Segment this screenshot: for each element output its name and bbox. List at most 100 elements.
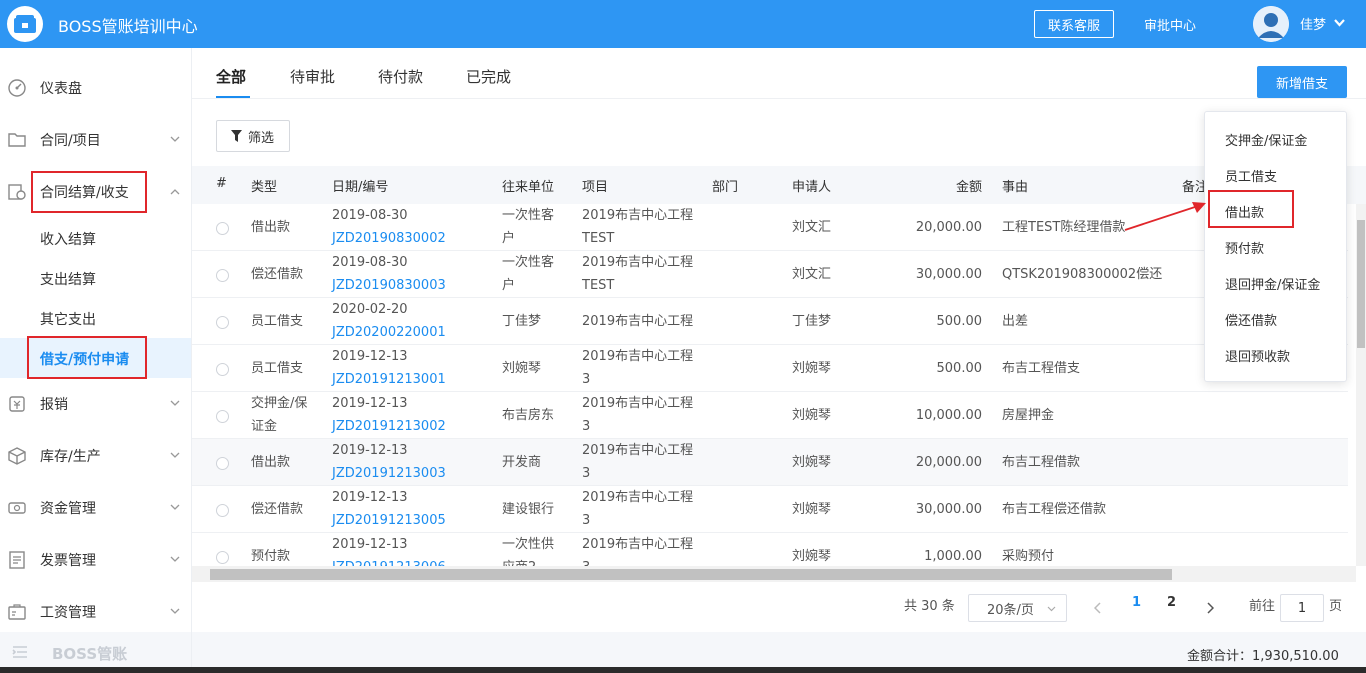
horizontal-scroll-thumb[interactable] bbox=[210, 569, 1172, 580]
row-radio[interactable] bbox=[216, 269, 229, 282]
row-radio[interactable] bbox=[216, 504, 229, 517]
sidebar-sub-expense[interactable]: 支出结算 bbox=[0, 258, 191, 298]
cell-code-link[interactable]: JZD20200220001 bbox=[332, 321, 446, 344]
folder-icon bbox=[8, 133, 26, 147]
sidebar-item-label: 库存/生产 bbox=[40, 449, 101, 465]
vertical-scroll-thumb[interactable] bbox=[1357, 220, 1365, 348]
cell-code-link[interactable]: JZD20191213006 bbox=[332, 556, 446, 566]
sidebar-item-salary[interactable]: 工资管理 bbox=[0, 588, 191, 636]
dropdown-item-repay-loan[interactable]: 偿还借款 bbox=[1225, 310, 1277, 329]
sidebar-item-label: 合同/项目 bbox=[40, 133, 101, 149]
column-header: 往来单位 bbox=[502, 180, 555, 195]
cell-type: 借出款 bbox=[251, 451, 290, 474]
cell-reason: 布吉工程借支 bbox=[1002, 361, 1081, 376]
tab-all[interactable]: 全部 bbox=[216, 66, 246, 87]
row-radio[interactable] bbox=[216, 457, 229, 470]
column-header: 日期/编号 bbox=[332, 180, 389, 195]
cell-code-link[interactable]: JZD20191213005 bbox=[332, 509, 446, 532]
next-page-icon[interactable] bbox=[1206, 602, 1214, 614]
cell-date-code: 2019-12-13 JZD20191213002 bbox=[332, 392, 446, 438]
chevron-down-icon bbox=[170, 452, 180, 458]
sidebar-item-invoices[interactable]: 发票管理 bbox=[0, 536, 191, 584]
sidebar-item-inventory[interactable]: 库存/生产 bbox=[0, 432, 191, 480]
page-size-select[interactable]: 20条/页 bbox=[968, 594, 1067, 622]
cell-applicant: 丁佳梦 bbox=[792, 314, 832, 329]
cell-date-code: 2019-08-30 JZD20190830002 bbox=[332, 204, 446, 250]
sidebar-sub-income[interactable]: 收入结算 bbox=[0, 218, 191, 258]
chevron-down-icon bbox=[170, 400, 180, 406]
table-row[interactable]: 偿还借款 2019-12-13 JZD20191213005 建设银行 2019布吉中心… bbox=[192, 486, 1348, 533]
row-radio[interactable] bbox=[216, 551, 229, 564]
cell-unit-line: 一次性客 bbox=[502, 255, 555, 270]
dropdown-item-deposit[interactable]: 交押金/保证金 bbox=[1225, 130, 1307, 149]
money-icon bbox=[8, 502, 26, 514]
sidebar-item-contracts[interactable]: 合同/项目 bbox=[0, 116, 191, 164]
cell-amount: 30,000.00 bbox=[915, 502, 982, 517]
page-size-value: 20条/页 bbox=[987, 602, 1034, 618]
cell-code-link[interactable]: JZD20190830003 bbox=[332, 274, 446, 297]
cell-type-line: 预付款 bbox=[251, 549, 291, 564]
box-icon bbox=[8, 447, 26, 465]
table-row[interactable]: 员工借支 2019-12-13 JZD20191213001 刘婉琴 2019布吉中心工… bbox=[192, 345, 1348, 392]
sidebar-item-funds[interactable]: 资金管理 bbox=[0, 484, 191, 532]
cell-date-code: 2019-08-30 JZD20190830003 bbox=[332, 251, 446, 297]
chevron-down-icon bbox=[170, 556, 180, 562]
tab-pending-payment[interactable]: 待付款 bbox=[378, 66, 423, 87]
chevron-down-icon bbox=[170, 136, 180, 142]
row-radio[interactable] bbox=[216, 316, 229, 329]
table-row[interactable]: 预付款 2019-12-13 JZD20191213006 一次性供应商2 2019布吉… bbox=[192, 533, 1348, 566]
cell-project-line: 2019布吉中心工程 bbox=[582, 349, 694, 364]
cell-project: 2019布吉中心工程 3 bbox=[582, 439, 693, 485]
contact-support-button[interactable]: 联系客服 bbox=[1034, 10, 1114, 38]
table-row[interactable]: 员工借支 2020-02-20 JZD20200220001 丁佳梦 2019布吉中心工… bbox=[192, 298, 1348, 345]
filter-button[interactable]: 筛选 bbox=[216, 120, 290, 152]
app-logo-icon[interactable] bbox=[7, 6, 43, 42]
cell-code-link[interactable]: JZD20191213002 bbox=[332, 415, 446, 438]
tab-pending-approval[interactable]: 待审批 bbox=[290, 66, 335, 87]
cell-reason: 布吉工程偿还借款 bbox=[1002, 502, 1107, 517]
dropdown-item-prepayment[interactable]: 预付款 bbox=[1225, 238, 1264, 257]
user-avatar[interactable] bbox=[1253, 6, 1289, 42]
table-row[interactable]: 偿还借款 2019-08-30 JZD20190830003 一次性客户 2019布吉中… bbox=[192, 251, 1348, 298]
dropdown-item-refund-deposit[interactable]: 退回押金/保证金 bbox=[1225, 274, 1320, 293]
cell-amount: 20,000.00 bbox=[915, 220, 982, 235]
dropdown-item-employee-loan[interactable]: 员工借支 bbox=[1225, 166, 1277, 185]
approval-center-link[interactable]: 审批中心 bbox=[1144, 15, 1196, 34]
row-radio[interactable] bbox=[216, 363, 229, 376]
reimburse-icon bbox=[9, 396, 25, 412]
cell-unit: 刘婉琴 bbox=[502, 357, 541, 380]
prev-page-icon[interactable] bbox=[1094, 602, 1102, 614]
sidebar-item-dashboard[interactable]: 仪表盘 bbox=[0, 64, 191, 112]
row-radio[interactable] bbox=[216, 410, 229, 423]
cell-code-link[interactable]: JZD20191213001 bbox=[332, 368, 446, 391]
cell-date-code: 2020-02-20 JZD20200220001 bbox=[332, 298, 446, 344]
tab-completed[interactable]: 已完成 bbox=[466, 66, 511, 87]
table-row[interactable]: 交押金/保 证金 2019-12-13 JZD20191213002 布吉房东 2019布… bbox=[192, 392, 1348, 439]
table-row[interactable]: 借出款 2019-12-13 JZD20191213003 开发商 2019布吉中心工程… bbox=[192, 439, 1348, 486]
dashboard-icon bbox=[8, 79, 26, 97]
cell-date-code: 2019-12-13 JZD20191213001 bbox=[332, 345, 446, 391]
column-header: 申请人 bbox=[792, 180, 832, 195]
cell-code-link[interactable]: JZD20191213003 bbox=[332, 462, 446, 485]
highlight-box-settlement bbox=[31, 171, 147, 213]
row-radio[interactable] bbox=[216, 222, 229, 235]
dropdown-item-refund-prepaid[interactable]: 退回预收款 bbox=[1225, 346, 1290, 365]
cell-applicant: 刘婉琴 bbox=[792, 502, 832, 517]
cell-unit: 布吉房东 bbox=[502, 404, 554, 427]
window-edge bbox=[0, 667, 1366, 673]
new-loan-button[interactable]: 新增借支 bbox=[1257, 66, 1347, 98]
cell-unit: 丁佳梦 bbox=[502, 310, 541, 333]
username[interactable]: 佳梦 bbox=[1300, 14, 1326, 33]
page-number-2[interactable]: 2 bbox=[1167, 595, 1176, 610]
cell-code-link[interactable]: JZD20190830002 bbox=[332, 227, 446, 250]
cell-project: 2019布吉中心工程 3 bbox=[582, 486, 693, 532]
sidebar-item-reimburse[interactable]: 报销 bbox=[0, 380, 191, 428]
sidebar-sub-other[interactable]: 其它支出 bbox=[0, 298, 191, 338]
cell-type: 员工借支 bbox=[251, 357, 303, 380]
goto-page-input[interactable]: 1 bbox=[1280, 594, 1324, 622]
page-number-1[interactable]: 1 bbox=[1132, 595, 1141, 610]
cell-unit-line: 户 bbox=[502, 278, 516, 293]
chevron-down-icon[interactable] bbox=[1334, 19, 1345, 27]
sidebar-item-label: 资金管理 bbox=[40, 501, 96, 517]
cell-reason: 出差 bbox=[1002, 314, 1029, 329]
